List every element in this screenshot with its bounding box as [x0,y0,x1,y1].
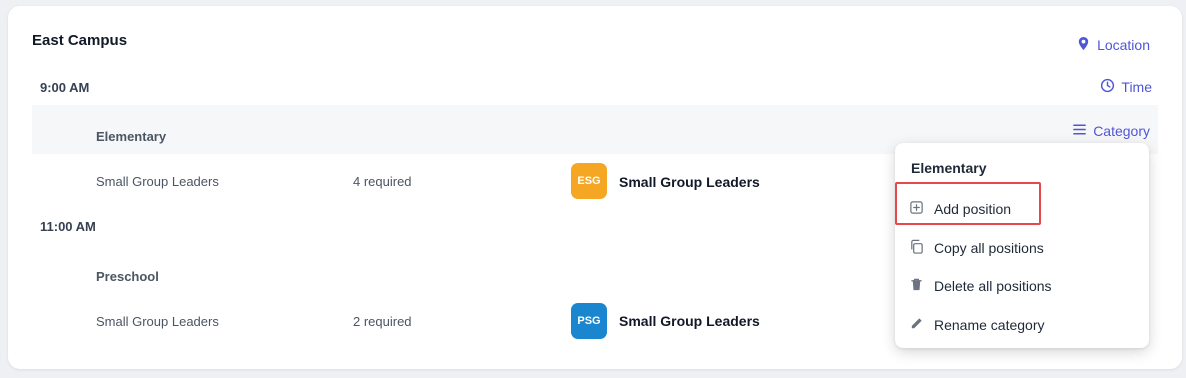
position-name: Small Group Leaders [96,314,219,329]
position-name: Small Group Leaders [96,174,219,189]
menu-lines-icon [1072,122,1087,140]
clock-icon [1100,78,1115,96]
menu-item-label: Rename category [934,317,1045,333]
copy-icon [909,239,924,257]
category-label: Category [1093,123,1150,139]
location-label: Location [1097,37,1150,53]
campus-card: East Campus Location Time 9:00 AM Catego… [8,6,1182,369]
pencil-icon [909,316,924,334]
copy-all-positions-menu-item[interactable]: Copy all positions [909,239,1044,257]
map-pin-icon [1076,36,1091,54]
menu-item-label: Delete all positions [934,278,1052,294]
rename-category-menu-item[interactable]: Rename category [909,316,1045,334]
location-button[interactable]: Location [1076,36,1150,54]
delete-all-positions-menu-item[interactable]: Delete all positions [909,277,1052,295]
team-name[interactable]: Small Group Leaders [619,174,760,190]
time-button[interactable]: Time [1100,78,1152,96]
menu-item-label: Add position [934,201,1012,217]
time-label: Time [1121,79,1152,95]
team-badge: PSG [571,303,607,339]
required-count: 4 required [353,174,412,189]
time-slot-label: 11:00 AM [40,219,96,234]
plus-square-icon [909,200,924,218]
menu-title: Elementary [911,160,987,176]
menu-item-label: Copy all positions [934,240,1044,256]
category-name: Elementary [96,129,167,144]
add-position-menu-item[interactable]: Add position [909,200,1011,218]
team-badge: ESG [571,163,607,199]
time-slot-label: 9:00 AM [40,80,90,95]
team-name[interactable]: Small Group Leaders [619,313,760,329]
category-dropdown-menu: Elementary Add position Copy all positio… [895,143,1149,348]
category-button[interactable]: Category [1072,122,1150,140]
campus-title: East Campus [32,32,128,49]
trash-icon [909,277,924,295]
required-count: 2 required [353,314,412,329]
category-name: Preschool [96,269,159,284]
